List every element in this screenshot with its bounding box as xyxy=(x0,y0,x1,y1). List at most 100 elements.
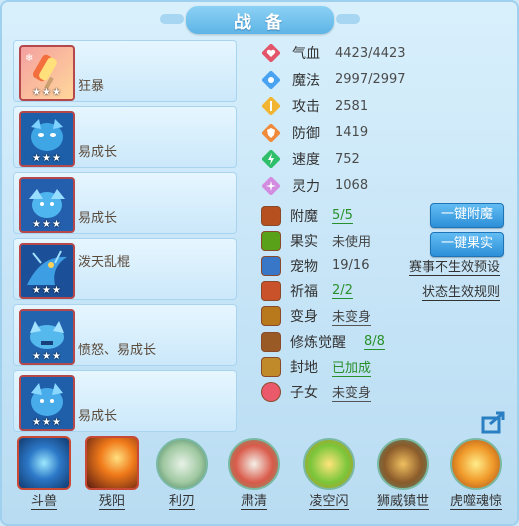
skill-card[interactable]: ★★★ 泼天乱棍 xyxy=(13,238,237,300)
skill-card[interactable]: ★★★ 易成长 xyxy=(13,106,237,168)
share-icon[interactable] xyxy=(480,408,508,436)
stat-value: 1068 xyxy=(335,178,369,194)
prop-name: 附魔 xyxy=(290,208,318,225)
blue-beast-icon[interactable]: ★★★ xyxy=(19,309,75,365)
enhancement-list: 附魔 5/5 一键附魔 果实 未使用 一键果实 宠物 19/16 赛事不生效预设… xyxy=(262,203,512,405)
blue-beast-icon[interactable]: ★★★ xyxy=(19,177,75,233)
title-ornament-right xyxy=(336,14,360,24)
bottom-skill-label[interactable]: 肃清 xyxy=(240,494,267,510)
status-rule-link[interactable]: 状态生效规则 xyxy=(421,281,500,302)
skill-card[interactable]: ★★★ 易成长 xyxy=(13,370,237,432)
stat-name: 灵力 xyxy=(292,178,320,195)
skill-stars: ★★★ xyxy=(32,285,62,296)
stat-row-defense: 防御 1419 xyxy=(262,120,512,147)
bottom-skill-label[interactable]: 斗兽 xyxy=(30,494,57,510)
skill-label: 易成长 xyxy=(78,145,118,160)
prop-row-fruit: 果实 未使用 一键果实 xyxy=(262,228,512,258)
sky-flash-icon[interactable] xyxy=(303,438,355,490)
bottom-skill-lion-roar[interactable]: 狮威镇世 xyxy=(371,436,435,510)
prop-value[interactable]: 未变身 xyxy=(332,382,372,402)
skill-label: 愤怒、易成长 xyxy=(78,343,157,358)
blue-beast-icon[interactable]: ★★★ xyxy=(19,111,75,167)
bottom-skill-sunset[interactable]: 残阳 xyxy=(80,436,144,510)
skill-stars: ★★★ xyxy=(32,219,62,230)
sunset-icon[interactable] xyxy=(85,436,139,490)
prop-name: 子女 xyxy=(290,384,318,401)
prop-value[interactable]: 未变身 xyxy=(332,306,372,327)
event-preset-link[interactable]: 赛事不生效预设 xyxy=(408,256,500,276)
transform-icon xyxy=(262,307,280,326)
prop-value[interactable]: 2/2 xyxy=(332,283,353,300)
prop-row-child: 子女 未变身 xyxy=(262,379,512,404)
purge-icon[interactable] xyxy=(228,438,280,490)
stat-row-speed: 速度 752 xyxy=(262,146,512,173)
fruit-icon xyxy=(262,231,280,250)
skill-card[interactable]: ★★★ 易成长 xyxy=(13,172,237,234)
battle-prep-panel: 战 备 ❄ ★★★ 狂暴 ★★★ 易成长 ★★★ 易成长 ★★★ 泼天乱棍 ★★… xyxy=(0,0,519,526)
prop-name: 果实 xyxy=(290,233,318,250)
prop-name: 封地 xyxy=(290,359,318,376)
bottom-skill-label[interactable]: 凌空闪 xyxy=(309,494,349,510)
blue-dragon-icon[interactable]: ★★★ xyxy=(19,243,75,299)
skill-bar: 斗兽 残阳 利刃 肃清 凌空闪 狮威镇世 虎噬魂惊 xyxy=(0,436,519,526)
ice-pop-icon[interactable]: ❄ ★★★ xyxy=(19,45,75,101)
stat-value: 2581 xyxy=(335,98,369,114)
panel-title-text: 战 备 xyxy=(234,12,286,33)
pray-icon xyxy=(262,282,280,301)
skill-stars: ★★★ xyxy=(32,153,62,164)
lion-roar-icon[interactable] xyxy=(377,438,429,490)
one-click-enchant-button[interactable]: 一键附魔 xyxy=(430,203,504,229)
skill-label: 狂暴 xyxy=(78,79,105,94)
bottom-skill-beast-fight[interactable]: 斗兽 xyxy=(12,436,76,510)
prop-row-enchant: 附魔 5/5 一键附魔 xyxy=(262,203,512,229)
svg-text:❄: ❄ xyxy=(25,53,33,64)
skill-label: 易成长 xyxy=(78,211,118,226)
stat-name: 速度 xyxy=(292,152,320,169)
prop-row-pet: 宠物 19/16 赛事不生效预设 xyxy=(262,253,512,278)
prop-name: 变身 xyxy=(290,309,318,326)
beast-fight-icon[interactable] xyxy=(17,436,71,490)
title-ornament-left xyxy=(160,14,184,24)
pet-icon xyxy=(262,256,280,275)
defense-icon xyxy=(262,123,280,142)
prop-name: 祈福 xyxy=(290,284,318,301)
enchant-icon xyxy=(262,206,280,225)
bottom-skill-sky-flash[interactable]: 凌空闪 xyxy=(297,436,361,510)
prop-name: 修炼觉醒 xyxy=(290,334,346,351)
bottom-skill-blade[interactable]: 利刃 xyxy=(150,436,214,510)
blade-icon[interactable] xyxy=(156,438,208,490)
bottom-skill-tiger-soul[interactable]: 虎噬魂惊 xyxy=(444,436,508,510)
skill-card[interactable]: ★★★ 愤怒、易成长 xyxy=(13,304,237,366)
mana-icon xyxy=(262,70,280,89)
heart-icon xyxy=(262,44,280,63)
skill-stars: ★★★ xyxy=(32,417,62,428)
prop-row-fief: 封地 已加成 xyxy=(262,354,512,379)
child-icon xyxy=(262,382,280,401)
fief-icon xyxy=(262,357,280,376)
bottom-skill-label[interactable]: 虎噬魂惊 xyxy=(449,494,502,510)
speed-icon xyxy=(262,150,280,169)
skill-stars: ★★★ xyxy=(32,351,62,362)
stat-value: 2997/2997 xyxy=(335,72,406,88)
bottom-skill-label[interactable]: 狮威镇世 xyxy=(376,494,429,510)
skill-label: 泼天乱棍 xyxy=(78,255,131,270)
stats-list: 气血 4423/4423 魔法 2997/2997 攻击 2581 防御 141… xyxy=(262,40,512,199)
stat-row-hp: 气血 4423/4423 xyxy=(262,40,512,67)
stat-name: 魔法 xyxy=(292,72,320,89)
blue-beast-icon[interactable]: ★★★ xyxy=(19,375,75,431)
stat-row-attack: 攻击 2581 xyxy=(262,93,512,120)
prop-value: 5/5 xyxy=(332,207,353,224)
prop-row-cultivate: 修炼觉醒 8/8 xyxy=(262,329,512,354)
bottom-skill-label[interactable]: 残阳 xyxy=(98,494,125,510)
prop-value[interactable]: 8/8 xyxy=(364,334,385,350)
stat-name: 防御 xyxy=(292,125,320,142)
stat-name: 气血 xyxy=(292,46,320,63)
bottom-skill-purge[interactable]: 肃清 xyxy=(222,436,286,510)
bottom-skill-label[interactable]: 利刃 xyxy=(168,494,195,510)
skill-label: 易成长 xyxy=(78,409,118,424)
panel-title: 战 备 xyxy=(186,6,334,34)
prop-value[interactable]: 已加成 xyxy=(332,357,372,377)
tiger-soul-icon[interactable] xyxy=(450,438,502,490)
skill-card[interactable]: ❄ ★★★ 狂暴 xyxy=(13,40,237,102)
prop-row-pray: 祈福 2/2 状态生效规则 xyxy=(262,279,512,304)
